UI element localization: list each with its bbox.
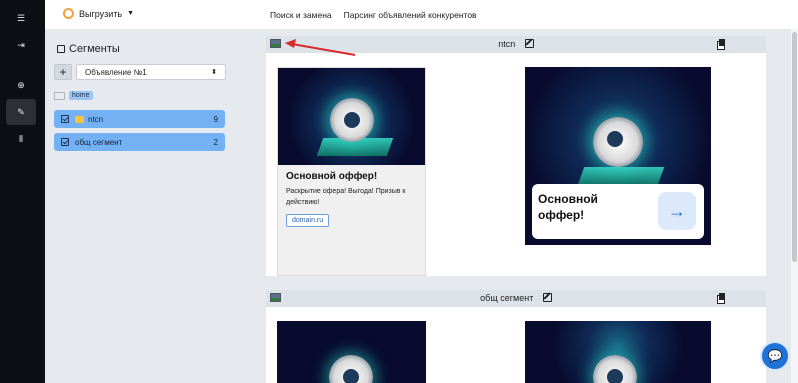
folder-icon	[75, 115, 84, 123]
left-rail: ☰ ⇥ ⊕ ✎ ⫴	[0, 0, 45, 383]
content-area: ntcn Основной оффер! Раскрытие офера! Вы…	[235, 29, 791, 383]
scrollbar-thumb[interactable]	[792, 32, 797, 262]
edit-icon[interactable]	[524, 39, 534, 48]
segment-card: ntcn Основной оффер! Раскрытие офера! Вы…	[266, 36, 766, 276]
library-icon[interactable]: ⫴	[6, 126, 36, 152]
segment-count: 2	[213, 137, 218, 147]
card-title: общ сегмент	[480, 293, 534, 303]
ad-select-value: Объявление №1	[85, 67, 147, 77]
top-bar: Выгрузить ▼ Поиск и замена Парсинг объяв…	[45, 0, 798, 29]
root-folder-label: home	[69, 91, 93, 100]
add-segment-button[interactable]: +	[54, 64, 72, 80]
nav-competitor-parsing[interactable]: Парсинг объявлений конкурентов	[344, 10, 477, 20]
card-header: общ сегмент	[266, 290, 766, 307]
ad-link[interactable]: domain.ru	[286, 214, 330, 227]
arrow-right-icon[interactable]: →	[658, 192, 696, 230]
segment-label: общ сегмент	[75, 137, 123, 147]
ad-preview-large: Основной оффер! →	[525, 67, 711, 245]
ad-select[interactable]: Объявление №1 ⬍	[76, 64, 226, 80]
gear-icon	[329, 355, 373, 383]
checkbox-icon[interactable]	[61, 115, 69, 123]
card-title: ntcn	[498, 39, 516, 49]
gear-icon	[593, 355, 637, 383]
folder-icon	[54, 91, 65, 100]
segment-item-ntcn[interactable]: ntcn 9	[54, 110, 225, 128]
ad-preview-small: Основной оффер! Раскрытие офера! Выгода!…	[277, 67, 426, 276]
ad-text: Раскрытие офера! Выгода! Призыв к действ…	[286, 188, 406, 206]
copy-icon[interactable]	[717, 39, 726, 50]
export-dropdown[interactable]: Выгрузить ▼	[63, 8, 134, 19]
card-header: ntcn	[266, 36, 766, 53]
export-logo-icon	[63, 8, 74, 19]
gear-icon	[593, 117, 643, 167]
sign-in-icon[interactable]: ⇥	[6, 32, 36, 58]
edit-square-icon[interactable]: ✎	[6, 99, 36, 125]
ad-title: Основной оффер!	[286, 171, 378, 182]
segment-count: 9	[213, 114, 218, 124]
scrollbar[interactable]	[791, 29, 798, 383]
edit-icon[interactable]	[542, 293, 552, 302]
ad-preview-large	[525, 321, 711, 383]
checkbox-icon	[57, 45, 65, 53]
chat-icon: 💬	[767, 349, 783, 363]
target-icon[interactable]: ⊕	[6, 72, 36, 98]
copy-icon[interactable]	[717, 293, 726, 304]
root-folder[interactable]: home	[54, 91, 93, 100]
ad-overlay-title: Основной оффер!	[538, 192, 598, 222]
ad-body: Основной оффер! Раскрытие офера! Выгода!…	[278, 165, 425, 235]
chat-button[interactable]: 💬	[760, 341, 790, 371]
segments-title: Сегменты	[69, 43, 120, 55]
select-arrows-icon: ⬍	[211, 69, 217, 76]
segment-card: общ сегмент	[266, 290, 766, 383]
nav-search-replace[interactable]: Поиск и замена	[270, 10, 332, 20]
ad-image	[278, 68, 425, 165]
export-label: Выгрузить	[79, 8, 123, 19]
top-nav: Поиск и замена Парсинг объявлений конкур…	[270, 10, 477, 20]
checkbox-icon[interactable]	[61, 138, 69, 146]
ad-preview-small	[277, 321, 426, 383]
segment-item-general[interactable]: общ сегмент 2	[54, 133, 225, 151]
segment-label: ntcn	[88, 114, 104, 124]
segments-heading: Сегменты	[57, 43, 120, 55]
gear-icon	[330, 98, 374, 142]
ad-overlay: Основной оффер! →	[532, 184, 704, 239]
caret-down-icon: ▼	[127, 10, 135, 17]
menu-icon[interactable]: ☰	[6, 5, 36, 31]
platform-shape	[577, 167, 665, 185]
segments-panel: Сегменты + Объявление №1 ⬍ home ntcn 9 о…	[45, 29, 235, 383]
card-title-row: ntcn	[266, 39, 766, 49]
card-title-row: общ сегмент	[266, 293, 766, 303]
